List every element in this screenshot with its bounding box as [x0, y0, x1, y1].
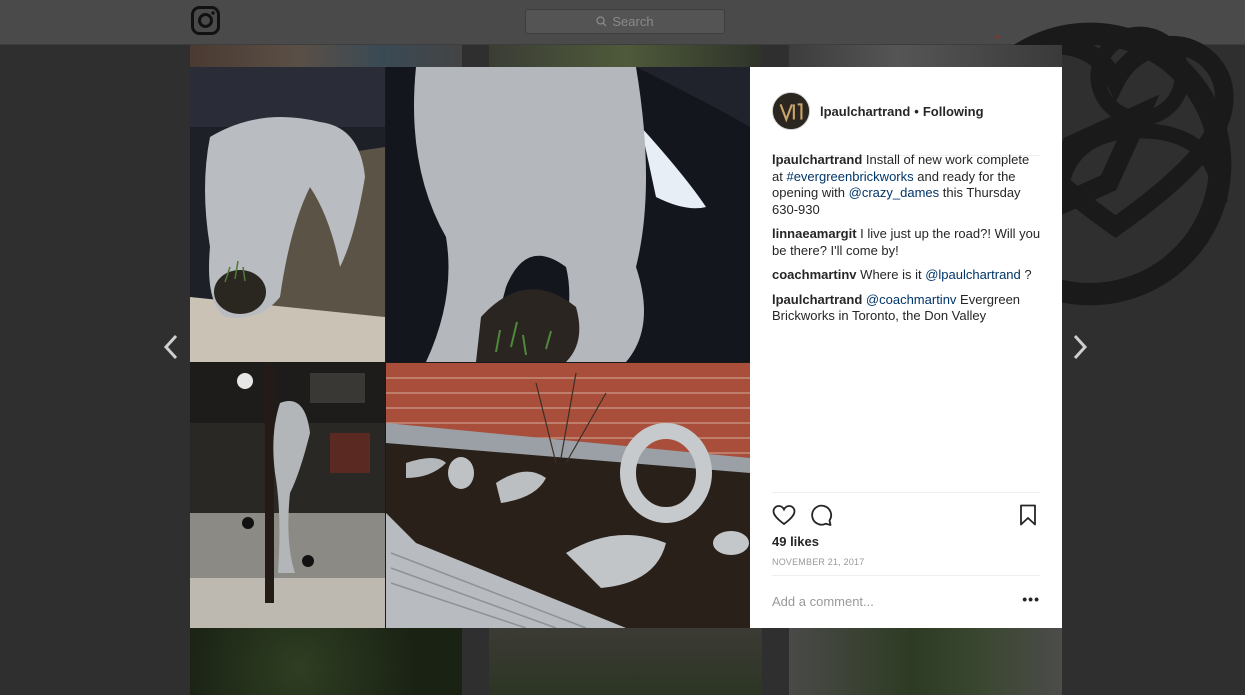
background-post-tile[interactable] [789, 45, 1062, 67]
avatar[interactable] [772, 92, 810, 130]
post-date[interactable]: NOVEMBER 21, 2017 [772, 557, 864, 567]
comment-username[interactable]: lpaulchartrand [772, 292, 862, 307]
likes-count[interactable]: 49 likes [772, 534, 819, 549]
comment-text: Where is it [860, 267, 926, 282]
divider [772, 575, 1040, 576]
bookmark-icon[interactable] [1016, 503, 1040, 527]
comment-username[interactable]: linnaeamargit [772, 226, 857, 241]
author-username[interactable]: lpaulchartrand [820, 104, 910, 119]
mention-link[interactable]: @lpaulchartrand [925, 267, 1021, 282]
background-post-tile[interactable] [190, 628, 462, 695]
search-input[interactable]: Search [525, 9, 725, 34]
profile-icon[interactable] [1035, 9, 1245, 219]
post-header: lpaulchartrand • Following [772, 84, 1040, 156]
instagram-logo-icon[interactable] [191, 6, 220, 35]
collage-photo-planter-bed [386, 363, 750, 628]
mention-link[interactable]: @crazy_dames [849, 185, 940, 200]
comment: coachmartinv Where is it @lpaulchartrand… [772, 267, 1042, 284]
add-comment-input[interactable]: Add a comment... [772, 594, 874, 609]
post-actions [772, 501, 1040, 527]
background-post-tile[interactable] [190, 45, 462, 67]
post-author: lpaulchartrand • Following [820, 104, 984, 119]
post-modal: lpaulchartrand • Following lpaulchartrand … [190, 67, 1062, 628]
collage-photo-sculpture-on-ledge [190, 67, 385, 362]
comment-username[interactable]: coachmartinv [772, 267, 857, 282]
header-separator: • [914, 103, 919, 119]
following-button[interactable]: Following [923, 104, 984, 119]
search-placeholder: Search [612, 14, 654, 29]
divider [772, 492, 1040, 493]
caption-username[interactable]: lpaulchartrand [772, 152, 862, 167]
background-post-tile[interactable] [489, 45, 762, 67]
comment-text: ? [1020, 267, 1032, 282]
background-post-tile[interactable] [789, 628, 1062, 695]
background-post-tile[interactable] [489, 628, 762, 695]
comment: linnaeamargit I live just up the road?! … [772, 226, 1042, 259]
comment: lpaulchartrand @coachmartinv Evergreen B… [772, 292, 1042, 325]
collage-photo-sculpture-in-room [190, 363, 385, 628]
comment-bubble-icon[interactable] [809, 503, 833, 527]
collage-photo-sculpture-closeup [386, 67, 750, 362]
like-heart-icon[interactable] [772, 503, 796, 527]
hashtag-link[interactable]: #evergreenbrickworks [786, 169, 913, 184]
search-icon [596, 16, 607, 27]
post-image-collage[interactable] [190, 67, 750, 628]
post-details-panel: lpaulchartrand • Following lpaulchartrand … [750, 67, 1062, 628]
next-post-arrow-icon[interactable] [1072, 333, 1088, 361]
comments-list: lpaulchartrand Install of new work compl… [772, 152, 1042, 333]
mention-link[interactable]: @coachmartinv [866, 292, 957, 307]
notification-dot [996, 35, 1000, 39]
top-navigation-bar: Search [0, 0, 1245, 306]
previous-post-arrow-icon[interactable] [163, 333, 179, 361]
more-options-button[interactable]: ••• [1022, 592, 1040, 606]
caption: lpaulchartrand Install of new work compl… [772, 152, 1042, 218]
